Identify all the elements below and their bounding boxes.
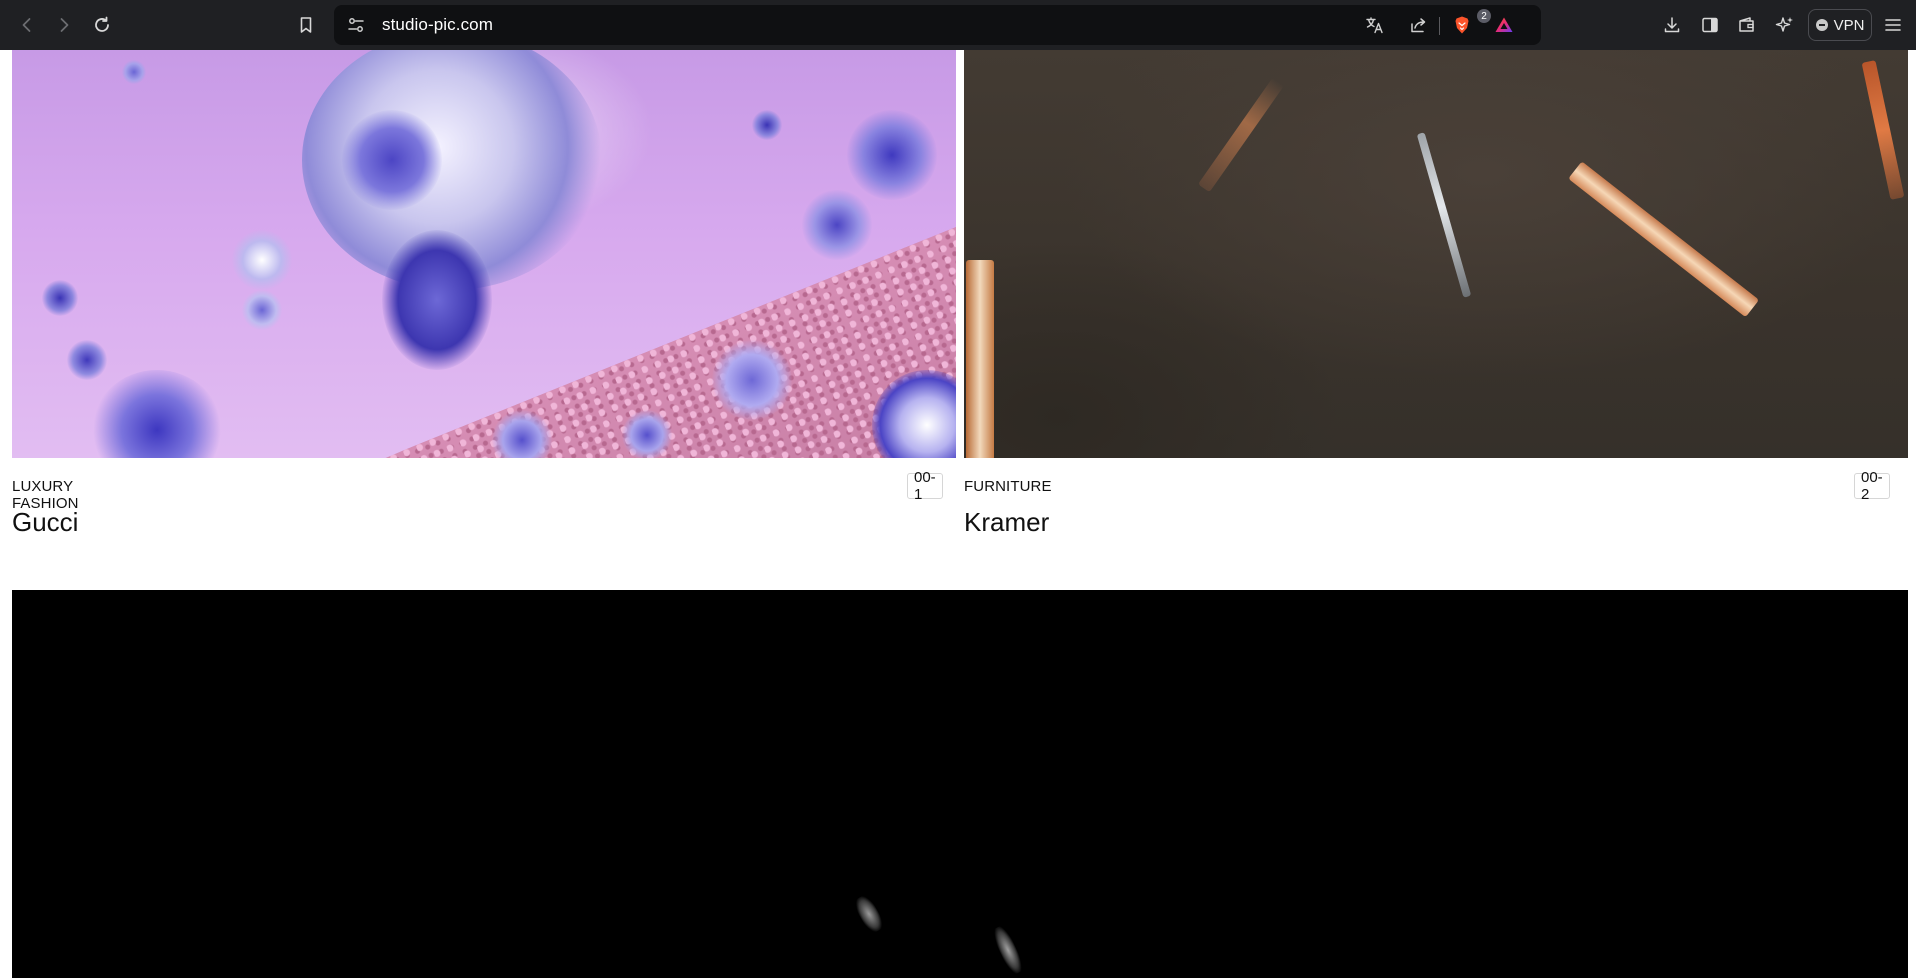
flower-blue [342, 110, 442, 210]
translate-icon [1366, 17, 1383, 34]
main-menu-button[interactable] [1877, 9, 1909, 41]
menu-icon [1885, 19, 1901, 31]
flower-blue [382, 230, 492, 370]
silhouette-highlight [851, 893, 887, 935]
bookmark-button[interactable] [290, 9, 322, 41]
flower-small [242, 290, 282, 330]
flower-white [232, 230, 292, 290]
project-title[interactable]: Gucci [12, 507, 78, 538]
light-streak [1197, 77, 1285, 193]
flower-small [622, 410, 672, 458]
leo-ai-button[interactable] [1769, 9, 1801, 41]
share-icon [1411, 18, 1426, 33]
wallet-button[interactable] [1731, 9, 1763, 41]
wallet-icon [1739, 17, 1754, 32]
share-button[interactable] [1405, 13, 1431, 37]
flower-small [752, 110, 782, 140]
back-icon [22, 18, 31, 32]
address-bar[interactable]: studio-pic.com [334, 5, 1541, 45]
leo-ai-icon [1775, 17, 1793, 32]
project-image-3[interactable] [12, 590, 1908, 978]
translate-button[interactable] [1362, 13, 1388, 37]
project-index-badge: 00-1 [907, 469, 943, 503]
browser-toolbar: studio-pic.com 2 VPN [0, 0, 1916, 50]
sidebar-icon [1702, 17, 1718, 33]
flower-blue [712, 340, 792, 420]
reload-icon [95, 16, 109, 32]
downloads-icon [1664, 17, 1680, 33]
project-image-gucci[interactable] [12, 50, 956, 458]
flower-blue [802, 190, 872, 260]
flower-small [42, 280, 78, 316]
bookmark-icon [300, 17, 312, 33]
flower-blue [92, 370, 222, 458]
shields-count-badge: 2 [1477, 9, 1491, 23]
silhouette-highlight [990, 923, 1026, 977]
light-streak [966, 260, 994, 458]
brave-shields-icon [1455, 16, 1469, 34]
light-streak [1861, 60, 1905, 200]
flower-small [122, 60, 146, 84]
light-streak [1568, 161, 1760, 318]
light-streak [1416, 132, 1472, 298]
reload-button[interactable] [86, 9, 118, 41]
sidebar-toggle-button[interactable] [1694, 9, 1726, 41]
url-text[interactable]: studio-pic.com [382, 15, 493, 35]
forward-icon [60, 18, 69, 32]
project-index-badge: 00-2 [1854, 469, 1890, 503]
back-button[interactable] [11, 9, 43, 41]
project-category: FURNITURE [964, 478, 1052, 495]
flower-small [67, 340, 107, 380]
site-settings-button[interactable] [344, 13, 368, 37]
brave-shields-button[interactable] [1449, 13, 1475, 37]
vpn-button[interactable]: VPN [1808, 9, 1872, 41]
project-image-kramer[interactable] [964, 50, 1908, 458]
site-settings-icon [348, 18, 364, 32]
forward-button[interactable] [48, 9, 80, 41]
brave-rewards-button[interactable] [1491, 13, 1517, 37]
vpn-status-icon [1815, 19, 1828, 31]
downloads-button[interactable] [1656, 9, 1688, 41]
separator [1439, 17, 1440, 35]
vpn-label: VPN [1833, 16, 1865, 34]
flower-blue [847, 110, 937, 200]
project-title[interactable]: Kramer [964, 507, 1049, 538]
brave-rewards-icon [1495, 17, 1513, 32]
